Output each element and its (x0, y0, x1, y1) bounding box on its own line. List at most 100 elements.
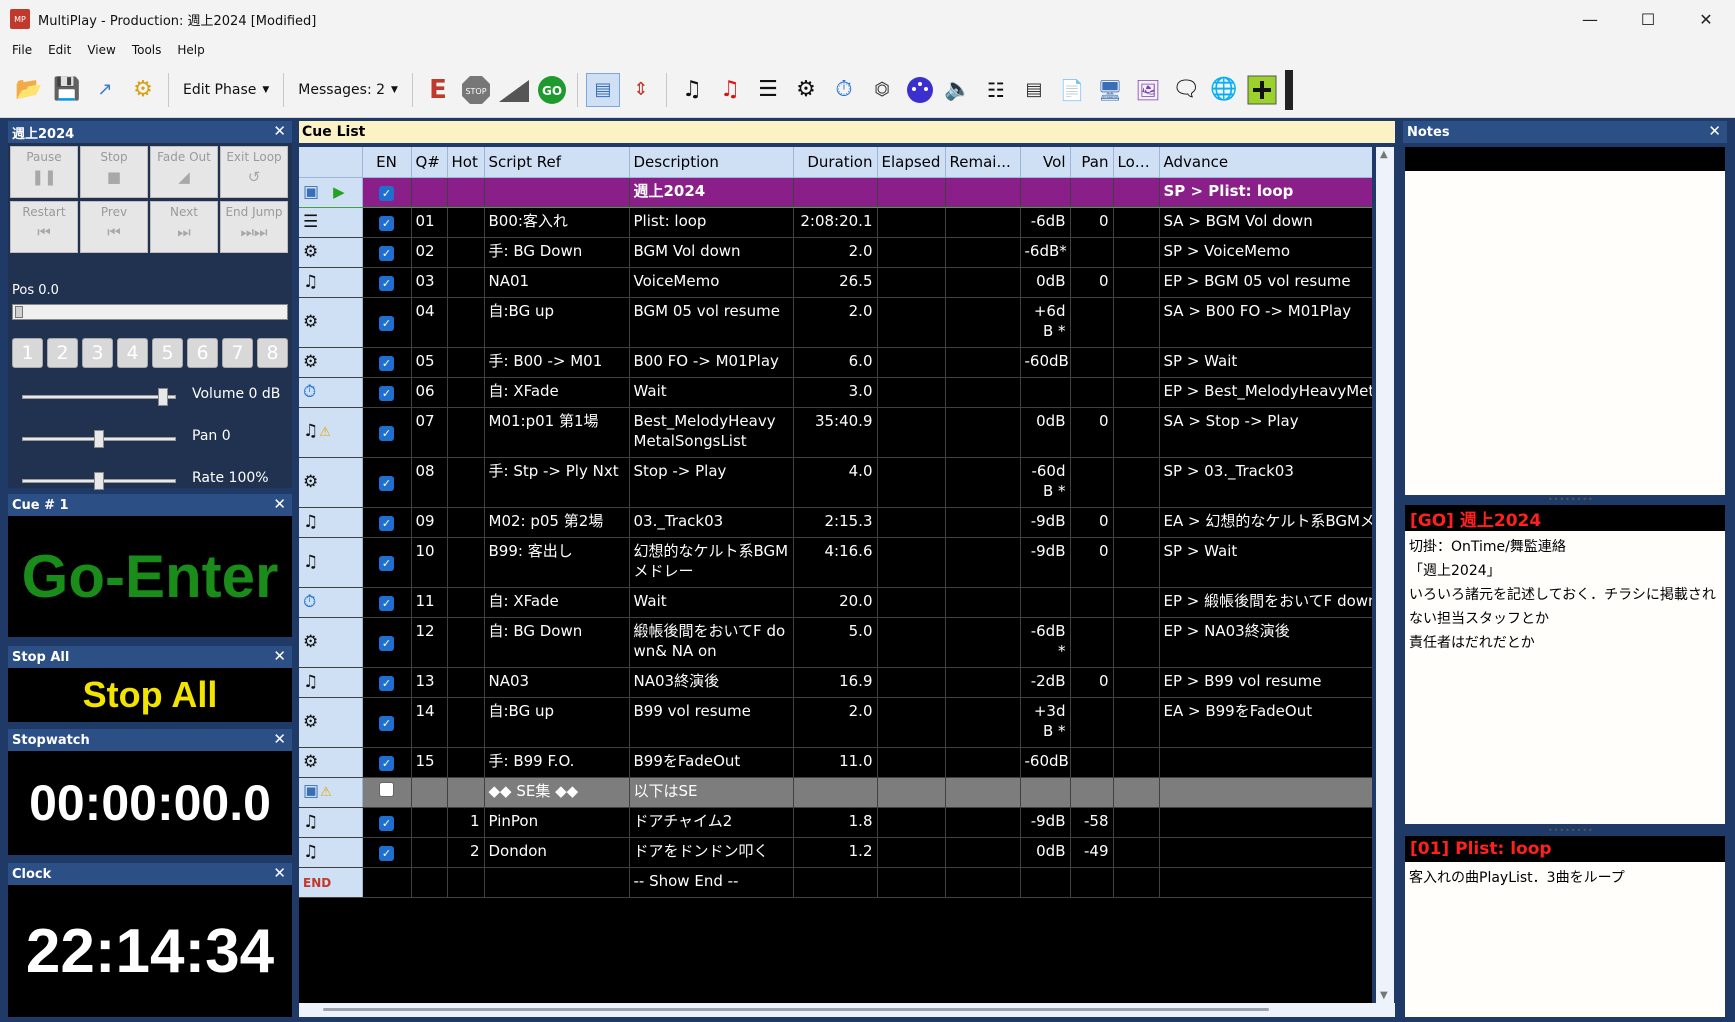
cue-row[interactable]: ☰ ✓ 01 B00:客入れ Plist: loop 2:08:20.1 -6dB 0 SA >… (299, 207, 1372, 238)
en-cell[interactable] (362, 777, 412, 808)
go-notes-text[interactable]: 切掛：OnTime/舞監連絡 「週上2024」 いろいろ諸元を記述しておく．チラ… (1405, 531, 1725, 659)
enabled-checkbox[interactable]: ✓ (379, 246, 394, 261)
horizontal-scroll-thumb[interactable] (323, 1008, 1269, 1011)
position-knob[interactable] (15, 306, 23, 318)
enabled-checkbox[interactable]: ✓ (379, 716, 394, 731)
go-icon[interactable]: GO (535, 73, 569, 107)
cue-row[interactable]: ⚙ ✓ 15 手: B99 F.O. B99をFadeOut 11.0 -60dB (299, 747, 1372, 778)
globe-icon[interactable]: 🌐 (1207, 73, 1241, 107)
col-description[interactable]: Description (629, 147, 794, 178)
en-cell[interactable]: ✓ (362, 407, 412, 458)
en-cell[interactable]: ✓ (362, 697, 412, 748)
rate-slider[interactable] (22, 472, 176, 490)
prev-button[interactable]: Prev ⏮ (80, 201, 148, 253)
cue-row[interactable]: ♫ ✓ 09 M02: p05 第2場 03._Track03 2:15.3 -9dB 0 EA… (299, 507, 1372, 538)
cue-row[interactable]: ♫ ✓ 10 B99: 客出し 幻想的なケルト系BGMメドレー 4:16.6 -9dB 0 SP… (299, 537, 1372, 588)
enabled-checkbox[interactable]: ✓ (379, 186, 394, 201)
enabled-checkbox[interactable]: ✓ (379, 386, 394, 401)
disabled-speaker-icon[interactable]: 🔈 (941, 73, 975, 107)
cue-notes-text[interactable]: 客入れの曲PlayList．3曲をループ (1405, 862, 1725, 894)
col-loop[interactable]: Loo... (1113, 147, 1160, 178)
cue-row[interactable]: ⏱ ✓ 11 自: XFadeWait20.0 EP > 緞帳後間をおいてF down&… (299, 587, 1372, 618)
enabled-checkbox[interactable]: ✓ (379, 216, 394, 231)
save-icon[interactable]: 💾 (50, 73, 84, 107)
col-en[interactable]: EN (362, 147, 412, 178)
col-elapsed[interactable]: Elapsed (877, 147, 946, 178)
cue-row[interactable]: ♫⚠ ✓ 07 M01:p01 第1場 Best_MelodyHeavyMetalSon… (299, 407, 1372, 458)
col-script-ref[interactable]: Script Ref (484, 147, 630, 178)
enabled-checkbox[interactable]: ✓ (379, 316, 394, 331)
monitor-settings-icon[interactable]: 🖥 (1093, 73, 1127, 107)
enabled-checkbox[interactable]: ✓ (379, 756, 394, 771)
fade-icon[interactable] (497, 73, 531, 107)
pan-thumb[interactable] (94, 430, 104, 448)
position-slider[interactable] (12, 304, 288, 320)
en-cell[interactable] (362, 867, 412, 898)
horizontal-scrollbar[interactable] (299, 1003, 1395, 1017)
close-window-button[interactable]: ✕ (1677, 0, 1735, 38)
gears-icon[interactable]: ⚙ (789, 73, 823, 107)
rate-thumb[interactable] (94, 472, 104, 490)
notes-edit-area[interactable] (1405, 147, 1725, 495)
en-cell[interactable]: ✓ (362, 377, 412, 408)
enabled-checkbox[interactable]: ✓ (379, 676, 394, 691)
col-duration[interactable]: Duration (793, 147, 878, 178)
music-note-red-icon[interactable]: ♫ (713, 73, 747, 107)
en-cell[interactable]: ✓ (362, 297, 412, 348)
edit-e-icon[interactable]: E (421, 73, 455, 107)
close-icon[interactable]: ✕ (273, 647, 286, 665)
hotkey-button-4[interactable]: 4 (117, 338, 148, 368)
hotkey-button-6[interactable]: 6 (187, 338, 218, 368)
en-cell[interactable]: ✓ (362, 537, 412, 588)
en-cell[interactable]: ✓ (362, 267, 412, 298)
next-button[interactable]: Next ⏭ (150, 201, 218, 253)
go-enter-display[interactable]: Go-Enter (22, 542, 279, 611)
music-note-icon[interactable]: ♫ (675, 73, 709, 107)
enabled-checkbox[interactable]: ✓ (379, 476, 394, 491)
close-icon[interactable]: ✕ (273, 122, 286, 140)
en-cell[interactable]: ✓ (362, 837, 412, 868)
hotkey-button-2[interactable]: 2 (47, 338, 78, 368)
menu-view[interactable]: View (79, 43, 123, 57)
vertical-scrollbar[interactable]: ▲ ▼ (1376, 147, 1394, 1003)
cue-row[interactable]: ♫ ✓ 1 PinPon ドアチャイム2 1.8 -9dB -58 (299, 807, 1372, 838)
cue-row[interactable]: ♫ ✓ 2 Dondon ドアをドンドン叩く 1.2 0dB -49 (299, 837, 1372, 868)
cue-row[interactable]: ▣⚠ ◆◆ SE集 ◆◆ 以下はSE (299, 777, 1372, 808)
messages-dropdown[interactable]: Messages: 2 ▼ (290, 73, 406, 107)
scroll-down-icon[interactable]: ▼ (1380, 990, 1388, 1001)
stopwatch-icon[interactable]: ⏱ (827, 73, 861, 107)
col-hot[interactable]: Hot (447, 147, 485, 178)
stopwatch-display[interactable]: 00:00:00.0 (29, 774, 271, 832)
enabled-checkbox[interactable]: ✓ (379, 556, 394, 571)
cue-row[interactable]: ⚙ ✓ 04 自:BG up BGM 05 vol resume 2.0 +6dB * SA … (299, 297, 1372, 348)
pause-button[interactable]: Pause ❚❚ (10, 146, 78, 198)
enabled-checkbox[interactable]: ✓ (379, 846, 394, 861)
settings-gear-icon[interactable]: ⚙ (126, 73, 160, 107)
col-pan[interactable]: Pan (1070, 147, 1114, 178)
splitter-grip[interactable]: •••••••• (1548, 495, 1594, 504)
en-cell[interactable]: ✓ (362, 176, 412, 208)
pan-slider[interactable] (22, 430, 176, 448)
restart-button[interactable]: Restart ⏮ (10, 201, 78, 253)
enabled-checkbox[interactable]: ✓ (379, 636, 394, 651)
menu-help[interactable]: Help (169, 43, 212, 57)
usb-icon[interactable]: ⏣ (865, 73, 899, 107)
enabled-checkbox[interactable]: ✓ (379, 816, 394, 831)
cue-row[interactable]: ⚙ ✓ 08 手: Stp -> Ply Nxt Stop -> Play 4.0 -60d… (299, 457, 1372, 508)
scroll-up-icon[interactable]: ▲ (1380, 149, 1388, 160)
menu-file[interactable]: File (4, 43, 40, 57)
en-cell[interactable]: ✓ (362, 457, 412, 508)
col-icon[interactable] (299, 147, 363, 178)
hotkey-button-1[interactable]: 1 (12, 338, 43, 368)
close-icon[interactable]: ✕ (273, 730, 286, 748)
stop-button[interactable]: Stop ■ (80, 146, 148, 198)
hotkey-button-7[interactable]: 7 (222, 338, 253, 368)
stop-icon[interactable]: STOP (459, 73, 493, 107)
image-icon[interactable]: 🖼 (1131, 73, 1165, 107)
en-cell[interactable]: ✓ (362, 807, 412, 838)
fade-out-button[interactable]: Fade Out ◢ (150, 146, 218, 198)
col-remaining[interactable]: Remai... (945, 147, 1021, 178)
enabled-checkbox[interactable] (379, 782, 394, 797)
menu-tools[interactable]: Tools (124, 43, 170, 57)
en-cell[interactable]: ✓ (362, 237, 412, 268)
